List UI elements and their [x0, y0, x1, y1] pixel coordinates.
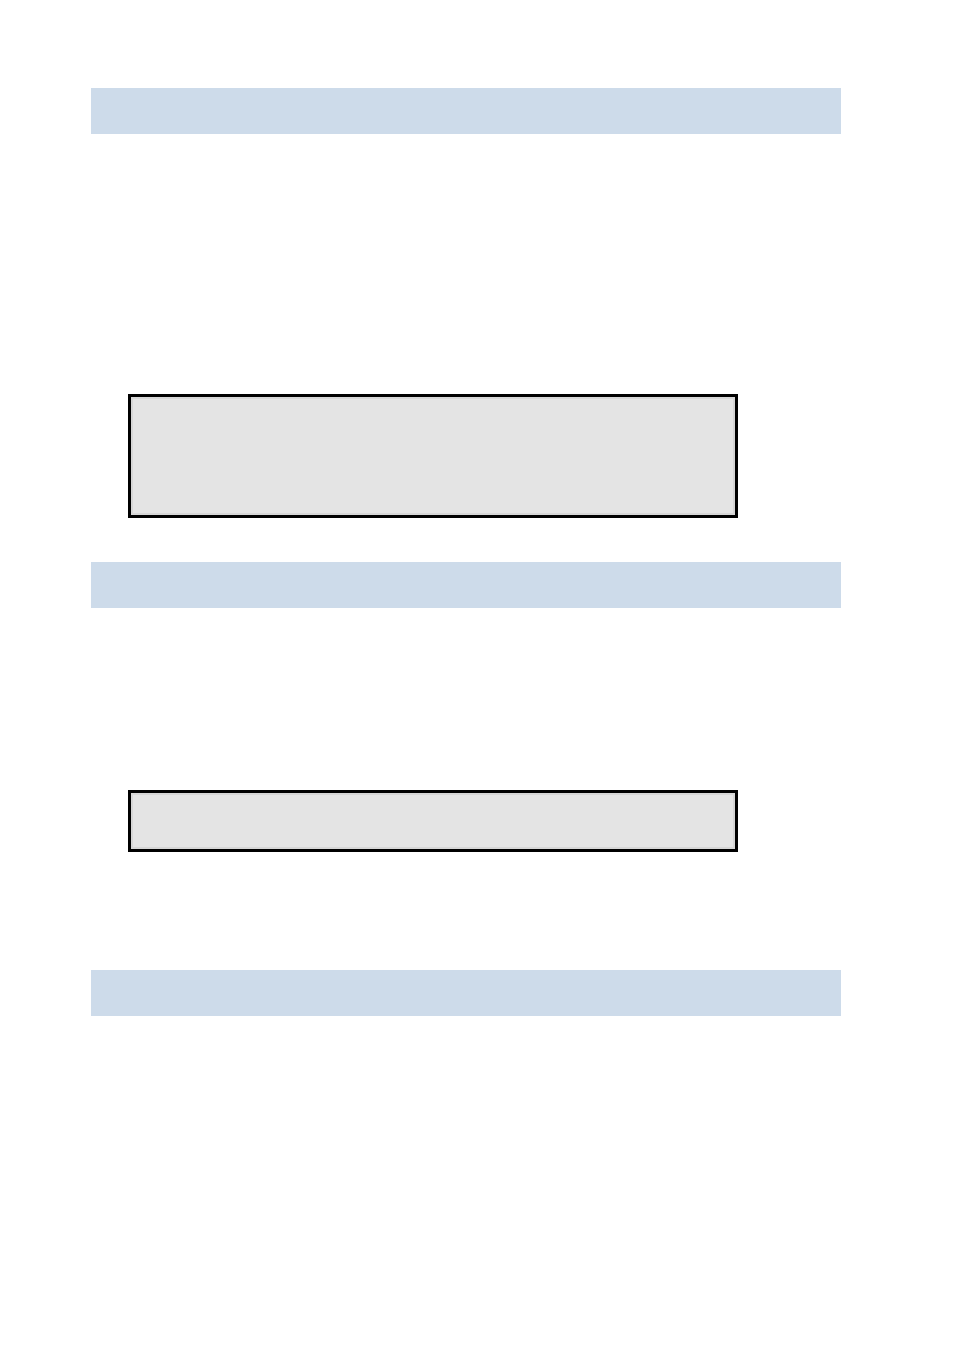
- document-page: [0, 0, 954, 1350]
- section-band: [91, 562, 841, 608]
- text-field[interactable]: [128, 790, 738, 852]
- section-band: [91, 88, 841, 134]
- text-field[interactable]: [128, 394, 738, 518]
- section-band: [91, 970, 841, 1016]
